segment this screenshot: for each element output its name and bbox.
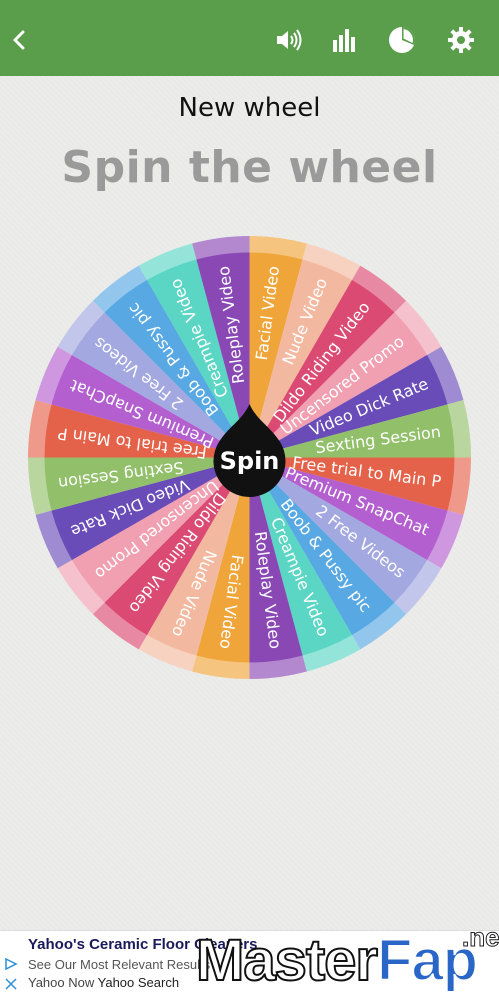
wheel-graphic[interactable]: Facial VideoNude VideoDildo Riding Video… xyxy=(28,236,471,679)
chevron-left-icon[interactable] xyxy=(6,26,34,54)
ad-source-prefix: Yahoo Now xyxy=(28,975,95,990)
volume-icon[interactable] xyxy=(274,26,302,54)
wheel-name: New wheel xyxy=(178,93,321,123)
pie-chart-icon[interactable] xyxy=(388,26,416,54)
spin-wheel[interactable]: Facial Video Nude Video Dildo Riding Video… xyxy=(28,236,471,679)
watermark: MasterFap xyxy=(195,931,479,991)
ad-source: Yahoo Now Yahoo Search xyxy=(28,975,179,990)
watermark-part1: Master xyxy=(195,928,379,993)
spin-label: Spin xyxy=(220,447,280,475)
ad-choices-icon[interactable] xyxy=(4,957,18,971)
close-icon[interactable] xyxy=(4,977,18,991)
page-subtitle: Spin the wheel xyxy=(61,142,438,193)
watermark-suffix: .net xyxy=(461,922,499,953)
gear-icon[interactable] xyxy=(447,26,475,54)
top-app-bar xyxy=(0,0,499,76)
bar-chart-icon[interactable] xyxy=(330,26,358,54)
ad-source-name: Yahoo Search xyxy=(97,975,180,990)
ad-description: See Our Most Relevant Results xyxy=(28,957,211,972)
